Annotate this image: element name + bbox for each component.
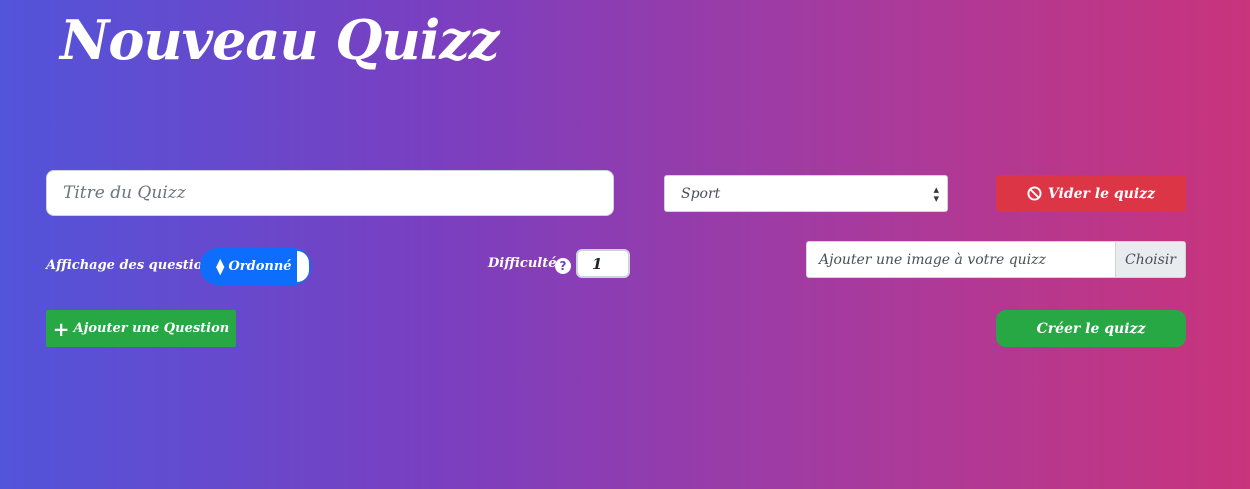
category-select[interactable]: Sport ▴ ▾ (664, 175, 948, 212)
question-circle-icon[interactable]: ? (555, 258, 571, 274)
difficulty-input[interactable] (576, 249, 630, 278)
create-quiz-label: Créer le quizz (1036, 320, 1146, 337)
add-question-button[interactable]: + Ajouter une Question (46, 310, 236, 347)
image-upload-field[interactable]: Ajouter une image à votre quizz Choisir (806, 241, 1186, 278)
choose-file-button[interactable]: Choisir (1115, 242, 1185, 277)
add-question-label: Ajouter une Question (73, 321, 230, 336)
display-mode-value: Ordonné (228, 259, 292, 274)
image-upload-label: Ajouter une image à votre quizz (819, 251, 1046, 268)
difficulty-label: Difficulté : (488, 256, 566, 271)
sort-icon: ▲ ▼ (216, 255, 225, 277)
chevron-updown-icon: ▴ ▾ (933, 183, 939, 205)
page-title: Nouveau Quizz (60, 8, 500, 72)
plus-icon: + (52, 316, 70, 341)
clear-quiz-label: Vider le quizz (1047, 185, 1156, 202)
toggle-knob (297, 251, 309, 282)
quiz-title-input[interactable] (46, 170, 614, 216)
create-quiz-button[interactable]: Créer le quizz (996, 310, 1186, 347)
display-mode-toggle[interactable]: ▲ ▼ Ordonné (200, 248, 311, 285)
clear-quiz-button[interactable]: Vider le quizz (996, 175, 1186, 212)
category-selected-value: Sport (681, 185, 721, 202)
ban-icon (1027, 186, 1042, 201)
